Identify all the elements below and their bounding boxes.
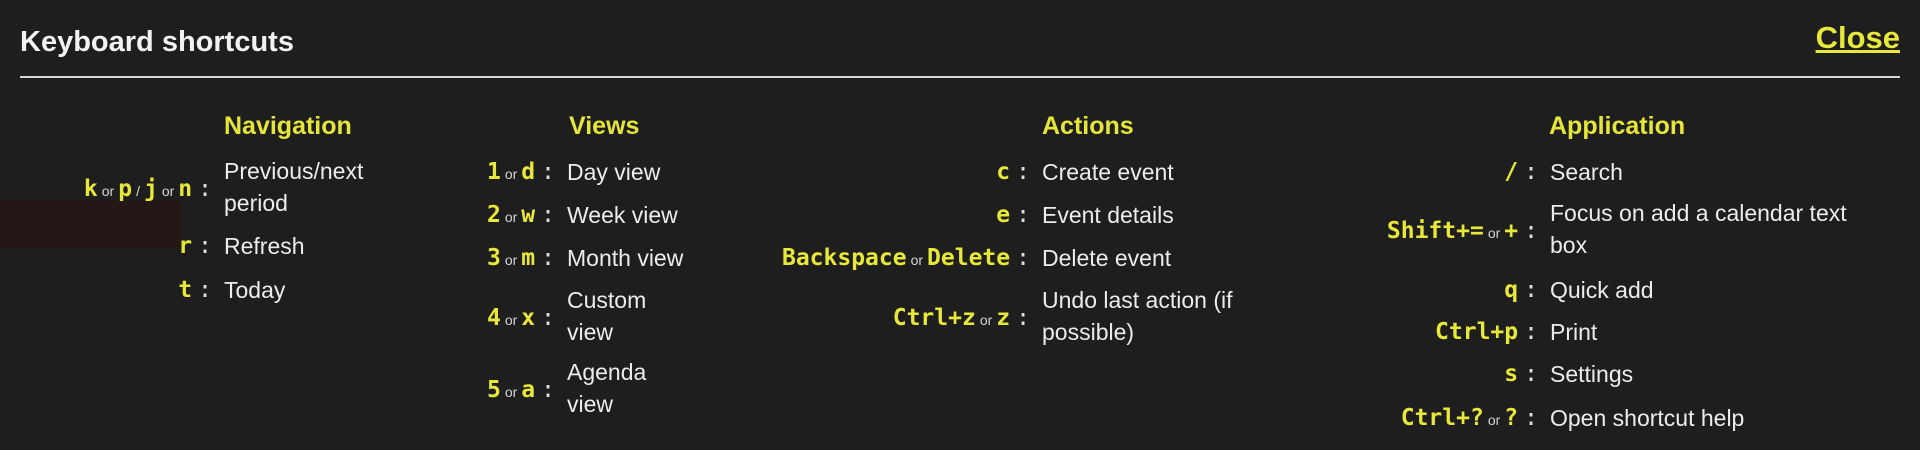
shortcut-description: Focus on add a calendar text box	[1550, 200, 1847, 258]
shortcut-row: Ctrl+p: Print	[0, 316, 1597, 348]
shortcut-keys: Ctrl+? or?:	[1400, 405, 1538, 431]
shortcut-keys: /:	[1504, 159, 1538, 185]
shortcut-row: s: Settings	[0, 358, 1633, 390]
shortcut-description: Print	[1550, 319, 1598, 345]
shortcut-description: Quick add	[1550, 277, 1654, 303]
section-title-actions: Actions	[1042, 112, 1134, 140]
section-title-application: Application	[1549, 112, 1686, 140]
section-title-navigation: Navigation	[224, 112, 352, 140]
shortcut-row: /: Search	[0, 156, 1623, 188]
shortcut-keys: s:	[1504, 361, 1538, 387]
shortcut-description: Settings	[1550, 361, 1634, 387]
close-link[interactable]: Close	[1816, 20, 1900, 56]
shortcut-description: Search	[1550, 159, 1623, 185]
shortcut-keys: q:	[1504, 277, 1538, 303]
dialog-header: Keyboard shortcuts Close	[20, 18, 1900, 78]
shortcut-row: Shift+= or +: Focus on add a calendar text…	[0, 197, 1870, 261]
shortcut-keys: Shift+= or +:	[1386, 218, 1538, 244]
section-title-views: Views	[569, 112, 640, 140]
shortcut-row: Ctrl+? or?: Open shortcut help	[0, 402, 1745, 436]
shortcut-keys: Ctrl+p:	[1435, 319, 1538, 345]
shortcut-description: Open shortcut help	[1550, 405, 1745, 431]
shortcut-row: q: Quick add	[0, 274, 1654, 306]
dialog-title: Keyboard shortcuts	[20, 26, 294, 58]
